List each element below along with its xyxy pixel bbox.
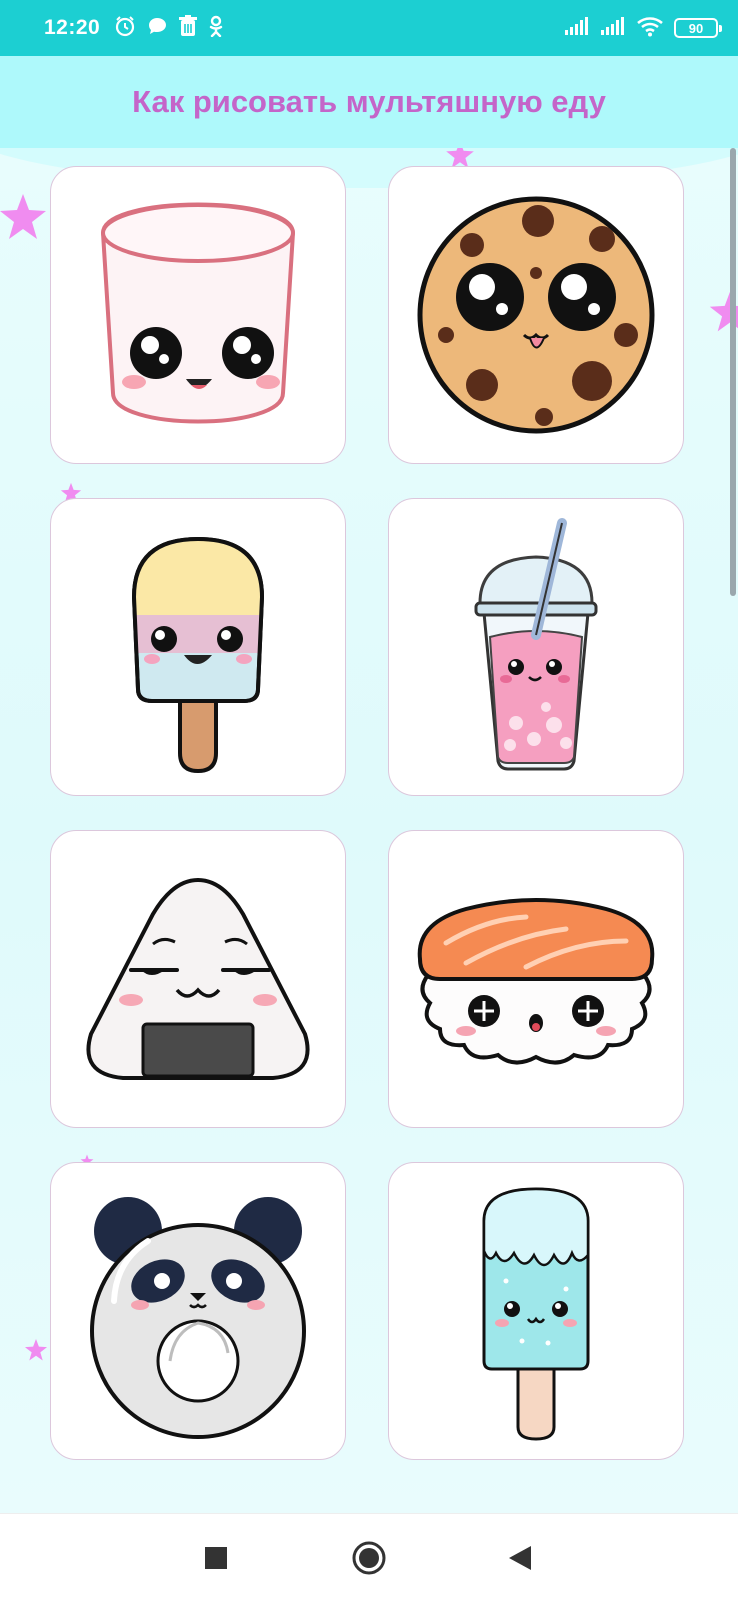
square-icon bbox=[205, 1547, 227, 1569]
status-bar: 12:20 90 bbox=[0, 0, 738, 56]
recents-button[interactable] bbox=[194, 1536, 238, 1580]
system-icons: 90 bbox=[564, 15, 722, 42]
card-cookie[interactable] bbox=[388, 166, 684, 464]
panda-donut-image bbox=[90, 1197, 306, 1439]
odnoklassniki-icon bbox=[208, 15, 224, 42]
star-icon bbox=[0, 194, 46, 239]
sushi-image bbox=[417, 898, 655, 1065]
card-onigiri[interactable] bbox=[50, 830, 346, 1128]
chat-icon bbox=[146, 15, 168, 42]
cookie-image bbox=[417, 196, 655, 434]
card-sushi[interactable] bbox=[388, 830, 684, 1128]
signal-icon bbox=[564, 16, 590, 41]
page-title: Как рисовать мультяшную еду bbox=[132, 84, 606, 119]
bubble-tea-image bbox=[474, 518, 598, 771]
home-button[interactable] bbox=[347, 1536, 391, 1580]
app-header: Как рисовать мультяшную еду bbox=[0, 56, 738, 148]
circle-icon bbox=[352, 1541, 386, 1575]
wifi-icon bbox=[636, 15, 664, 42]
battery-level: 90 bbox=[688, 20, 704, 36]
back-button[interactable] bbox=[498, 1536, 542, 1580]
battery-icon: 90 bbox=[674, 18, 722, 38]
star-icon bbox=[24, 1338, 48, 1361]
card-popsicle[interactable] bbox=[50, 498, 346, 796]
ice-popsicle-image bbox=[482, 1187, 590, 1441]
popsicle-image bbox=[131, 536, 265, 774]
trash-icon bbox=[178, 14, 198, 42]
scrollbar[interactable] bbox=[730, 148, 736, 596]
content-area[interactable] bbox=[0, 148, 738, 1513]
card-marshmallow[interactable] bbox=[50, 166, 346, 464]
card-panda-donut[interactable] bbox=[50, 1162, 346, 1460]
marshmallow-image bbox=[100, 202, 296, 424]
navigation-bar bbox=[0, 1513, 738, 1600]
notification-icons bbox=[114, 14, 224, 42]
onigiri-image bbox=[86, 877, 310, 1080]
card-ice-popsicle[interactable] bbox=[388, 1162, 684, 1460]
back-triangle-icon bbox=[509, 1546, 531, 1570]
status-time: 12:20 bbox=[44, 16, 101, 39]
card-bubble-tea[interactable] bbox=[388, 498, 684, 796]
alarm-icon bbox=[114, 15, 136, 42]
signal-icon bbox=[600, 16, 626, 41]
